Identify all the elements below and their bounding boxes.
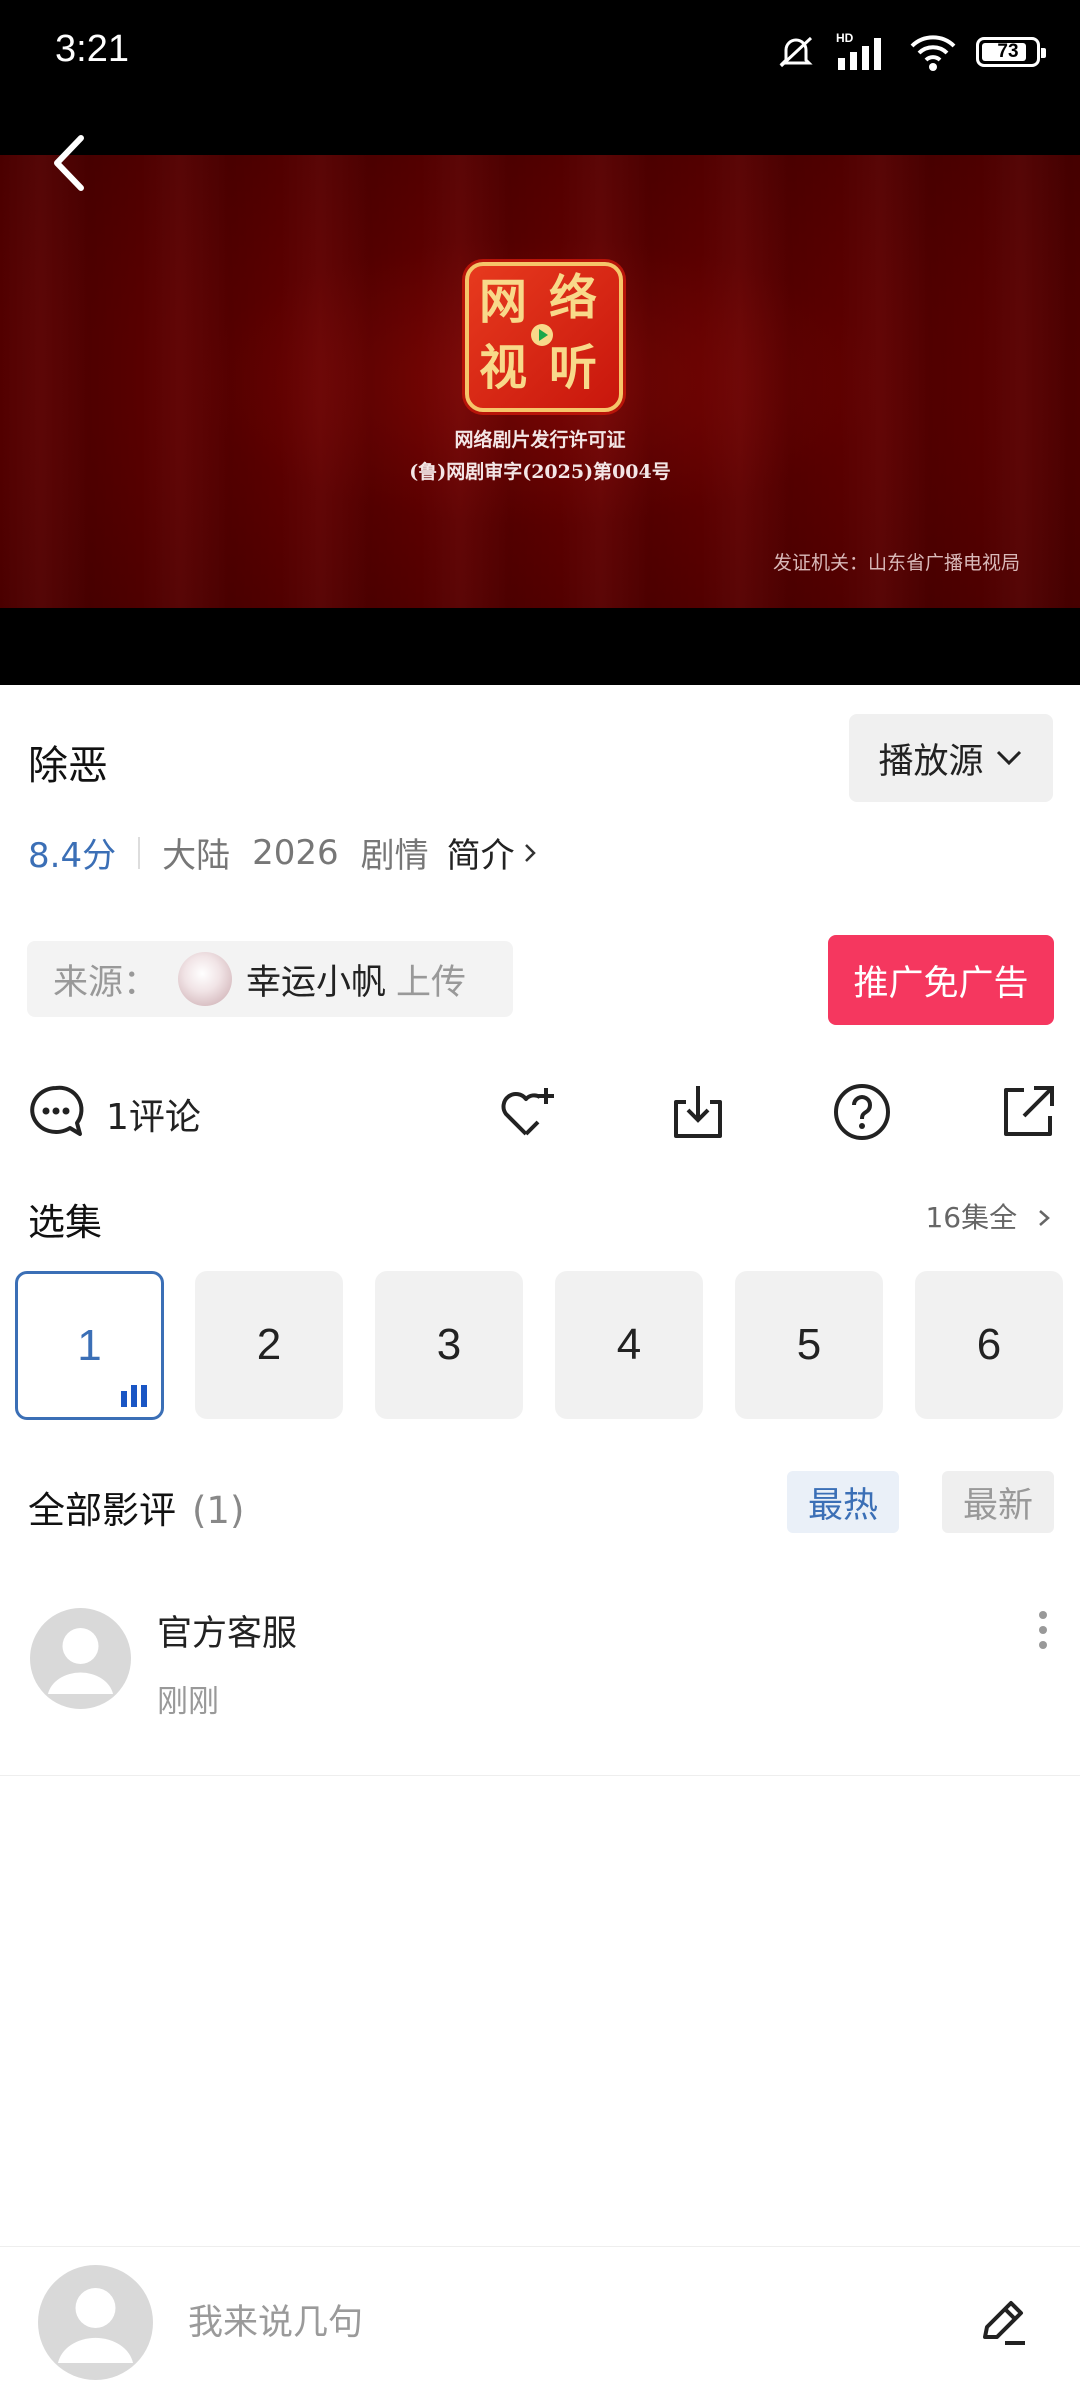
divider bbox=[0, 1775, 1080, 1776]
video-letterbox bbox=[0, 608, 1080, 685]
comment-icon[interactable] bbox=[26, 1082, 86, 1142]
chevron-right-icon[interactable] bbox=[521, 840, 539, 866]
all-episodes-link[interactable]: 16集全 bbox=[925, 1196, 1052, 1236]
tab-hottest[interactable]: 最热 bbox=[787, 1471, 899, 1533]
share-icon[interactable] bbox=[998, 1082, 1058, 1142]
back-arrow-icon[interactable] bbox=[45, 128, 95, 198]
default-avatar-icon bbox=[48, 1628, 113, 1694]
download-icon[interactable] bbox=[668, 1082, 728, 1142]
comment-count[interactable]: 1评论 bbox=[106, 1088, 201, 1140]
reviews-title: 全部影评 (1) bbox=[28, 1480, 244, 1534]
cell-signal-icon: HD bbox=[836, 31, 881, 70]
seal-char: 网 bbox=[479, 274, 528, 330]
show-meta: 8.4分 大陆 2026 剧情 简介 bbox=[28, 828, 539, 877]
help-icon[interactable] bbox=[832, 1082, 892, 1142]
reviewer-name[interactable]: 官方客服 bbox=[157, 1605, 297, 1656]
episode-number: 5 bbox=[796, 1320, 822, 1369]
upload-suffix: 上传 bbox=[396, 962, 467, 1003]
source-label: 来源： bbox=[53, 962, 159, 1003]
uploader-info[interactable]: 来源： 幸运小帆 上传 bbox=[27, 941, 513, 1017]
intro-link[interactable]: 简介 bbox=[447, 828, 515, 877]
seal-char: 视 bbox=[479, 340, 528, 396]
comment-input[interactable] bbox=[186, 2300, 890, 2346]
network-label: HD bbox=[836, 31, 854, 45]
episode-item[interactable]: 1 bbox=[15, 1271, 164, 1420]
more-options-icon[interactable] bbox=[1038, 1610, 1048, 1650]
region: 大陆 bbox=[162, 836, 231, 876]
status-bar bbox=[0, 0, 1080, 155]
review-time: 刚刚 bbox=[157, 1684, 219, 1720]
episode-total: 16集全 bbox=[925, 1201, 1018, 1234]
playing-indicator-icon bbox=[121, 1385, 147, 1407]
battery-level: 73 bbox=[997, 41, 1019, 62]
my-avatar[interactable] bbox=[38, 2265, 153, 2380]
divider bbox=[138, 836, 141, 869]
genre: 剧情 bbox=[360, 836, 429, 876]
status-icons: HD 73 bbox=[774, 30, 1046, 74]
seal-char: 络 bbox=[549, 270, 598, 326]
episode-item[interactable]: 2 bbox=[195, 1271, 343, 1419]
episode-item[interactable]: 6 bbox=[915, 1271, 1063, 1419]
play-icon bbox=[531, 324, 553, 346]
episode-number: 4 bbox=[616, 1320, 642, 1369]
episode-number: 6 bbox=[976, 1320, 1002, 1369]
show-title: 除恶 bbox=[28, 743, 108, 789]
seal-char: 听 bbox=[549, 340, 598, 396]
episode-number: 3 bbox=[436, 1320, 462, 1369]
year: 2026 bbox=[252, 832, 339, 873]
episode-item[interactable]: 5 bbox=[735, 1271, 883, 1419]
mute-bell-icon bbox=[779, 36, 813, 68]
battery-icon: 73 bbox=[976, 37, 1046, 67]
chevron-down-icon bbox=[996, 750, 1021, 766]
license-title: 网络剧片发行许可证 bbox=[454, 429, 626, 451]
episode-item[interactable]: 3 bbox=[375, 1271, 523, 1419]
episodes-title: 选集 bbox=[28, 1201, 102, 1244]
tab-newest[interactable]: 最新 bbox=[942, 1471, 1054, 1533]
license-seal-logo: 网 络 视 听 bbox=[465, 262, 623, 412]
score: 8.4分 bbox=[28, 836, 117, 876]
uploader-avatar bbox=[178, 952, 233, 1006]
license-number: (鲁)网剧审字(2025)第004号 bbox=[409, 461, 671, 483]
license-issuer: 发证机关：山东省广播电视局 bbox=[772, 552, 1020, 574]
reviews-count: (1) bbox=[192, 1489, 245, 1532]
status-time: 3:21 bbox=[55, 28, 129, 70]
promote-ad-free-button[interactable]: 推广免广告 bbox=[828, 935, 1054, 1025]
play-source-label: 播放源 bbox=[878, 741, 984, 782]
avatar[interactable] bbox=[30, 1608, 131, 1709]
reviews-title-text: 全部影评 bbox=[28, 1489, 176, 1532]
chevron-right-icon bbox=[1039, 1210, 1050, 1226]
uploader-name: 幸运小帆 bbox=[246, 962, 387, 1003]
favorite-add-icon[interactable] bbox=[498, 1082, 558, 1142]
edit-pen-icon[interactable] bbox=[975, 2293, 1031, 2349]
episode-item[interactable]: 4 bbox=[555, 1271, 703, 1419]
wifi-icon bbox=[910, 35, 956, 71]
episode-number: 2 bbox=[256, 1320, 282, 1369]
play-source-button[interactable]: 播放源 bbox=[849, 714, 1053, 802]
episode-number: 1 bbox=[77, 1320, 102, 1370]
default-avatar-icon bbox=[58, 2288, 133, 2363]
